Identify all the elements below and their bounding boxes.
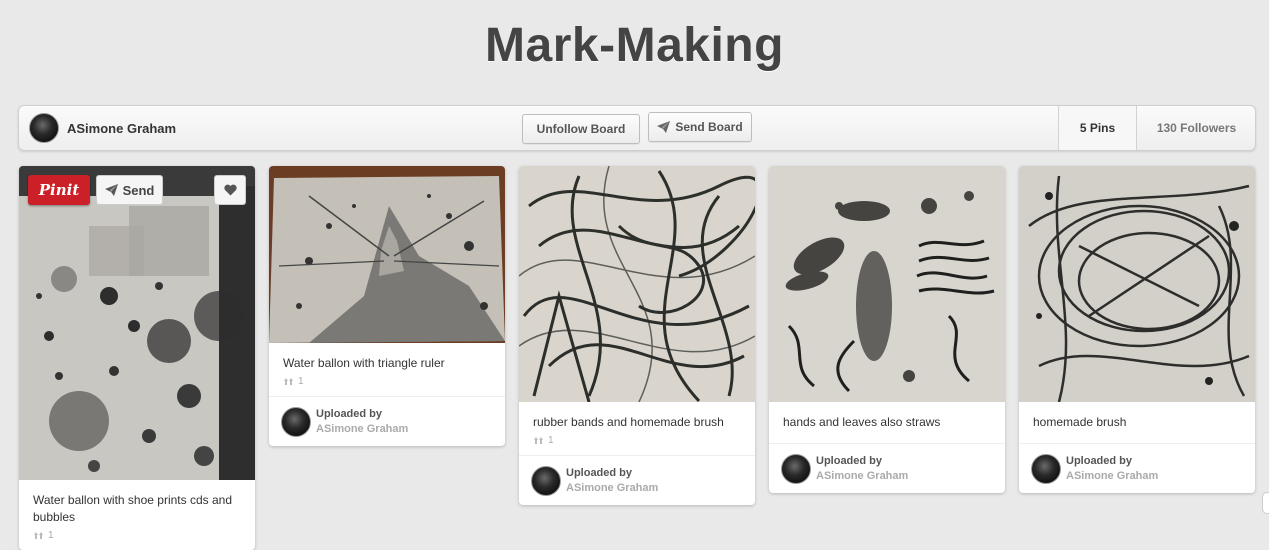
uploader-info[interactable]: Uploaded by ASimone Graham — [1019, 443, 1255, 493]
owner-name[interactable]: ASimone Graham — [67, 121, 176, 136]
board-header-bar: ASimone Graham Unfollow Board Send Board… — [18, 105, 1256, 151]
paper-plane-icon — [104, 184, 118, 196]
pin-send-button[interactable]: Send — [96, 175, 163, 205]
pin-card[interactable]: rubber bands and homemade brush 1 Upload… — [519, 166, 755, 505]
pin-image[interactable] — [769, 166, 1005, 402]
pins-count-tab[interactable]: 5 Pins — [1058, 106, 1136, 150]
pin-send-label: Send — [122, 182, 155, 198]
repin-count-value: 1 — [548, 435, 554, 446]
repin-count-value: 1 — [48, 530, 54, 541]
repin-count: 1 — [269, 376, 505, 396]
pin-card[interactable]: hands and leaves also straws Uploaded by… — [769, 166, 1005, 493]
repin-count: 1 — [519, 435, 755, 455]
pin-card[interactable]: homemade brush Uploaded by ASimone Graha… — [1019, 166, 1255, 493]
repin-icon — [534, 437, 543, 444]
like-button[interactable] — [214, 175, 246, 205]
pin-description: rubber bands and homemade brush — [533, 415, 724, 429]
uploader-info[interactable]: Uploaded by ASimone Graham — [769, 443, 1005, 493]
scroll-to-top-button[interactable] — [1262, 492, 1269, 514]
uploader-avatar[interactable] — [781, 453, 811, 484]
repin-count: 1 — [19, 530, 255, 550]
heart-icon — [223, 184, 237, 196]
repin-icon — [284, 378, 293, 385]
owner-avatar[interactable] — [29, 113, 59, 143]
uploader-info[interactable]: Uploaded by ASimone Graham — [519, 455, 755, 505]
pin-card[interactable]: Water ballon with triangle ruler 1 Uploa… — [269, 166, 505, 446]
pin-description: Water ballon with shoe prints cds and bu… — [33, 493, 232, 524]
uploaded-by-label: Uploaded by — [816, 454, 883, 467]
pinit-button[interactable]: Pinit — [28, 175, 90, 205]
pin-description: hands and leaves also straws — [783, 415, 941, 429]
uploader-name[interactable]: ASimone Graham — [316, 422, 408, 437]
send-board-label: Send Board — [675, 120, 743, 134]
uploader-name[interactable]: ASimone Graham — [566, 481, 658, 496]
uploader-avatar[interactable] — [281, 406, 311, 437]
board-owner[interactable]: ASimone Graham — [29, 113, 176, 143]
pin-image[interactable]: Pinit Send — [19, 166, 255, 480]
followers-count-tab[interactable]: 130 Followers — [1136, 106, 1256, 150]
uploader-info[interactable]: Uploaded by ASimone Graham — [269, 396, 505, 446]
pin-description: homemade brush — [1033, 415, 1127, 429]
unfollow-board-button[interactable]: Unfollow Board — [522, 114, 640, 144]
pin-image[interactable] — [1019, 166, 1255, 402]
repin-count-value: 1 — [298, 376, 304, 387]
pin-image[interactable] — [519, 166, 755, 402]
uploaded-by-label: Uploaded by — [566, 466, 633, 479]
pin-card[interactable]: Pinit Send Water ballon with shoe prints… — [19, 166, 255, 550]
repin-icon — [34, 532, 43, 539]
uploaded-by-label: Uploaded by — [1066, 454, 1133, 467]
send-board-button[interactable]: Send Board — [648, 112, 752, 142]
uploaded-by-label: Uploaded by — [316, 407, 383, 420]
pin-description: Water ballon with triangle ruler — [283, 356, 445, 370]
paper-plane-icon — [657, 121, 671, 133]
uploader-name[interactable]: ASimone Graham — [816, 469, 908, 484]
pin-image[interactable] — [269, 166, 505, 343]
uploader-avatar[interactable] — [531, 465, 561, 496]
board-title: Mark-Making — [485, 19, 784, 72]
uploader-name[interactable]: ASimone Graham — [1066, 469, 1158, 484]
uploader-avatar[interactable] — [1031, 453, 1061, 484]
